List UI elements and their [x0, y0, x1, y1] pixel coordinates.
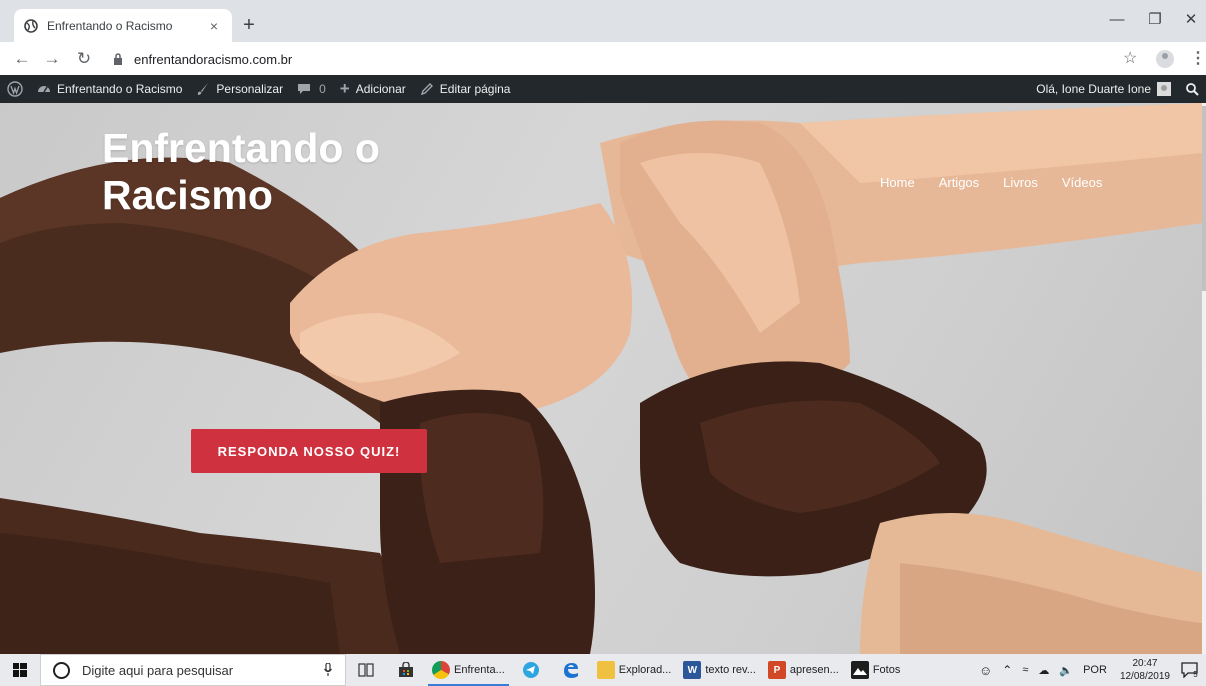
url-text: enfrentandoracismo.com.br [134, 51, 293, 67]
forward-icon[interactable]: → [40, 47, 64, 71]
taskbar-app-word[interactable]: W texto rev... [677, 654, 762, 686]
paintbrush-icon [196, 82, 210, 96]
task-view-icon[interactable] [346, 654, 386, 686]
admin-edit-page-label: Editar página [439, 82, 511, 96]
admin-site-name-label: Enfrentando o Racismo [57, 82, 183, 96]
taskbar-search-placeholder: Digite aqui para pesquisar [82, 662, 234, 678]
notification-icon[interactable]: 5 [1178, 654, 1206, 686]
taskbar-app-chrome[interactable]: Enfrenta... [426, 654, 511, 686]
comments-count: 0 [319, 82, 326, 96]
photos-icon [850, 661, 869, 679]
site-navigation: Home Artigos Livros Vídeos [880, 175, 1126, 190]
new-tab-button[interactable]: + [238, 14, 260, 36]
nav-home[interactable]: Home [880, 175, 915, 190]
admin-greeting: Olá, Ione Duarte Ione [1036, 82, 1151, 96]
close-window-icon[interactable]: ✕ [1176, 8, 1206, 32]
chrome-icon [432, 661, 450, 679]
admin-account[interactable]: Olá, Ione Duarte Ione [1029, 75, 1178, 103]
people-icon[interactable]: ☺ [979, 663, 992, 678]
quiz-button[interactable]: RESPONDA NOSSO QUIZ! [191, 429, 427, 473]
user-avatar [1157, 82, 1171, 96]
language-indicator[interactable]: POR [1083, 664, 1107, 676]
taskbar-app-powerpoint[interactable]: P apresen... [762, 654, 845, 686]
taskbar-app-label: texto rev... [705, 664, 756, 676]
clock-time: 20:47 [1132, 658, 1158, 669]
browser-menu-icon[interactable]: ⋮ [1190, 47, 1206, 71]
pencil-icon [420, 82, 434, 96]
scrollbar-thumb[interactable] [1202, 106, 1206, 291]
windows-taskbar: Digite aqui para pesquisar Enfrenta... E… [0, 654, 1206, 686]
site-title[interactable]: Enfrentando o Racismo [102, 125, 462, 219]
plus-icon: + [339, 79, 350, 98]
reload-icon[interactable]: ↻ [72, 47, 96, 71]
profile-avatar-icon[interactable] [1156, 50, 1174, 68]
admin-site-name[interactable]: Enfrentando o Racismo [30, 75, 189, 103]
taskbar-app-label: Fotos [872, 664, 901, 676]
microphone-icon[interactable] [321, 663, 335, 677]
taskbar-app-photos[interactable]: Fotos [845, 654, 907, 686]
back-icon[interactable]: ← [10, 47, 34, 71]
powerpoint-icon: P [767, 661, 786, 679]
nav-videos[interactable]: Vídeos [1062, 175, 1102, 190]
wifi-icon[interactable]: ≈ [1022, 664, 1028, 676]
wp-admin-bar: Enfrentando o Racismo Personalizar 0 + A… [0, 75, 1206, 103]
system-tray: ☺ ⌃ ≈ ☁ 🔈 POR 20:47 12/08/2019 5 [974, 654, 1206, 686]
volume-icon[interactable]: 🔈 [1059, 664, 1073, 677]
wordpress-logo-icon[interactable] [0, 75, 30, 103]
minimize-icon[interactable]: — [1102, 8, 1132, 32]
windows-start-icon[interactable] [0, 654, 40, 686]
admin-add-new-label: Adicionar [355, 82, 406, 96]
hero-section: Enfrentando o Racismo Home Artigos Livro… [0, 103, 1202, 654]
store-icon[interactable] [386, 654, 426, 686]
admin-customize[interactable]: Personalizar [189, 75, 290, 103]
dashboard-icon [37, 82, 51, 96]
cortana-icon [53, 661, 70, 679]
taskbar-app-label: Explorad... [618, 664, 672, 676]
browser-toolbar: ← → ↻ enfrentandoracismo.com.br ☆ ⋮ [0, 42, 1206, 75]
telegram-icon[interactable] [511, 654, 551, 686]
admin-customize-label: Personalizar [216, 82, 284, 96]
address-bar[interactable]: enfrentandoracismo.com.br [110, 47, 1150, 71]
taskbar-app-label: apresen... [789, 664, 839, 676]
globe-icon [24, 18, 38, 33]
admin-add-new[interactable]: + Adicionar [333, 75, 413, 103]
taskbar-app-explorer[interactable]: Explorad... [591, 654, 678, 686]
nav-livros[interactable]: Livros [1003, 175, 1038, 190]
admin-search-icon[interactable] [1178, 75, 1206, 103]
lock-icon [110, 53, 126, 65]
tab-title: Enfrentando o Racismo [47, 18, 173, 33]
bookmark-star-icon[interactable]: ☆ [1123, 47, 1137, 71]
notification-count: 5 [1193, 669, 1198, 679]
comment-icon [297, 82, 311, 96]
taskbar-search-input[interactable]: Digite aqui para pesquisar [40, 654, 346, 686]
edge-icon[interactable] [551, 654, 591, 686]
restore-icon[interactable]: ❐ [1140, 8, 1170, 32]
file-explorer-icon [596, 661, 615, 679]
browser-tab[interactable]: Enfrentando o Racismo × [14, 9, 232, 42]
word-icon: W [683, 661, 702, 679]
clock-date: 12/08/2019 [1119, 671, 1170, 682]
taskbar-app-label: Enfrenta... [454, 664, 505, 676]
admin-edit-page[interactable]: Editar página [413, 75, 518, 103]
tab-close-icon[interactable]: × [206, 18, 222, 34]
admin-comments[interactable]: 0 [290, 75, 333, 103]
taskbar-clock[interactable]: 20:47 12/08/2019 [1120, 657, 1170, 683]
chevron-up-icon[interactable]: ⌃ [1002, 663, 1012, 677]
nav-artigos[interactable]: Artigos [939, 175, 979, 190]
browser-tabstrip: Enfrentando o Racismo × + — ❐ ✕ [0, 0, 1206, 42]
onedrive-icon[interactable]: ☁ [1038, 664, 1049, 677]
